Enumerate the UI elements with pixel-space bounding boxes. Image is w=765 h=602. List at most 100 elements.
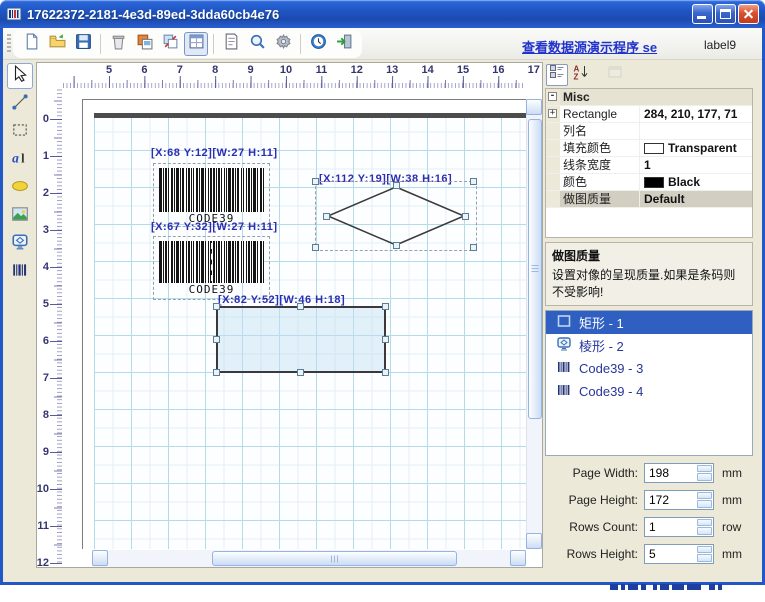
settings-button[interactable]	[271, 32, 295, 56]
print-button[interactable]	[219, 32, 243, 56]
front-icon	[136, 33, 153, 55]
resize-handle[interactable]	[312, 244, 319, 251]
resize-handle[interactable]	[213, 336, 220, 343]
bring-to-front-button[interactable]	[132, 32, 156, 56]
resize-handle[interactable]	[470, 178, 477, 185]
rectangle-object[interactable]	[216, 306, 386, 373]
select-tool-button[interactable]	[7, 63, 33, 89]
spin-down-button[interactable]	[697, 500, 712, 508]
resize-handle[interactable]	[382, 369, 389, 376]
vertical-scroll-thumb[interactable]	[528, 119, 542, 419]
scroll-down-button[interactable]	[526, 533, 542, 549]
barcode1-object[interactable]	[159, 168, 264, 212]
delete-button[interactable]	[106, 32, 130, 56]
resize-handle[interactable]	[462, 213, 469, 220]
rectangle-tool-button[interactable]	[7, 119, 33, 145]
resize-handle[interactable]	[393, 182, 400, 189]
scroll-right-button[interactable]	[510, 550, 526, 566]
send-to-back-button[interactable]	[158, 32, 182, 56]
object-list-item[interactable]: 棱形 - 2	[546, 334, 752, 357]
svg-text:Z: Z	[574, 73, 579, 81]
ellipse-tool-button[interactable]	[7, 175, 33, 201]
property-row[interactable]: +Rectangle284, 210, 177, 71	[546, 106, 752, 123]
categorized-button[interactable]	[546, 64, 568, 86]
resize-handle[interactable]	[382, 303, 389, 310]
collapse-icon[interactable]: -	[548, 92, 557, 101]
property-row[interactable]: 颜色Black	[546, 174, 752, 191]
resize-handle[interactable]	[323, 213, 330, 220]
property-value[interactable]	[640, 123, 752, 139]
property-value[interactable]: 284, 210, 177, 71	[640, 106, 752, 122]
property-value[interactable]: 1	[640, 157, 752, 173]
rect-outline-icon	[556, 313, 572, 332]
property-label: 列名	[560, 123, 640, 139]
object-list-item[interactable]: Code39 - 3	[546, 357, 752, 380]
resize-handle[interactable]	[393, 242, 400, 249]
resize-handle[interactable]	[312, 178, 319, 185]
horizontal-scrollbar[interactable]	[92, 550, 526, 567]
resize-handle[interactable]	[382, 336, 389, 343]
property-row[interactable]: 做图质量Default	[546, 191, 752, 208]
resize-handle[interactable]	[297, 369, 304, 376]
object-list-item[interactable]: Code39 - 4	[546, 380, 752, 403]
minimize-button[interactable]	[692, 4, 713, 24]
v-ruler-number: 10	[37, 483, 49, 495]
property-description: 做图质量 设置对像的呈现质量.如果是条码则不受影响!	[545, 242, 753, 306]
close-button[interactable]	[738, 4, 759, 24]
h-ruler-number: 17	[528, 64, 540, 76]
property-value[interactable]: Black	[640, 174, 752, 190]
text-icon: al	[11, 149, 29, 172]
exit-button[interactable]	[332, 32, 356, 56]
maximize-button[interactable]	[715, 4, 736, 24]
expand-icon[interactable]: +	[548, 109, 557, 118]
scroll-left-button[interactable]	[92, 550, 108, 566]
about-button[interactable]	[306, 32, 330, 56]
property-row[interactable]: 线条宽度1	[546, 157, 752, 174]
canvas-viewport[interactable]: [X:68 Y:12][W:27 H:11] CODE39 [X:67 Y:32…	[63, 89, 526, 549]
v-ruler-number: 5	[43, 298, 49, 310]
resize-handle[interactable]	[213, 369, 220, 376]
diamond-object[interactable]	[326, 185, 466, 247]
property-row[interactable]: 列名	[546, 123, 752, 140]
toolbar-grip[interactable]	[7, 34, 11, 54]
alphabetical-sort-button[interactable]: AZ	[570, 64, 592, 86]
text-tool-button[interactable]: al	[7, 147, 33, 173]
page-height-input[interactable]	[645, 492, 697, 508]
horizontal-scroll-thumb[interactable]	[212, 551, 457, 566]
zoom-button[interactable]	[245, 32, 269, 56]
diamond-tool-button[interactable]	[7, 231, 33, 257]
barcode-tool-button[interactable]	[7, 259, 33, 285]
rows-height-input[interactable]	[645, 546, 697, 562]
save-button[interactable]	[71, 32, 95, 56]
spin-down-button[interactable]	[697, 473, 712, 481]
spin-down-button[interactable]	[697, 527, 712, 535]
open-button[interactable]	[45, 32, 69, 56]
spin-up-button[interactable]	[697, 492, 712, 500]
spin-up-button[interactable]	[697, 519, 712, 527]
new-button[interactable]	[19, 32, 43, 56]
spin-up-button[interactable]	[697, 465, 712, 473]
object-list-item[interactable]: 矩形 - 1	[546, 311, 752, 334]
panel-icon	[188, 33, 205, 55]
form-row: Page Width:mm	[544, 462, 742, 483]
property-row[interactable]: 填充颜色Transparent	[546, 140, 752, 157]
property-category-row[interactable]: -Misc	[546, 89, 752, 106]
property-value[interactable]: Transparent	[640, 140, 752, 156]
spin-up-button[interactable]	[697, 546, 712, 554]
image-tool-button[interactable]	[7, 203, 33, 229]
page-width-input[interactable]	[645, 465, 697, 481]
scroll-up-button[interactable]	[526, 99, 542, 115]
field-unit: mm	[714, 493, 742, 507]
object-list: 矩形 - 1棱形 - 2Code39 - 3Code39 - 4	[545, 310, 753, 456]
resize-handle[interactable]	[213, 303, 220, 310]
spin-down-button[interactable]	[697, 554, 712, 562]
resize-handle[interactable]	[470, 244, 477, 251]
rows-count-input[interactable]	[645, 519, 697, 535]
vertical-scrollbar[interactable]	[526, 99, 542, 549]
toggle-properties-button[interactable]	[184, 32, 208, 56]
line-tool-button[interactable]	[7, 91, 33, 117]
resize-handle[interactable]	[297, 303, 304, 310]
property-value[interactable]: Default	[640, 191, 752, 207]
datasource-demo-link[interactable]: 查看数据源演示程序 se	[522, 37, 657, 56]
page-settings-form: Page Width:mmPage Height:mmRows Count:ro…	[544, 462, 759, 579]
